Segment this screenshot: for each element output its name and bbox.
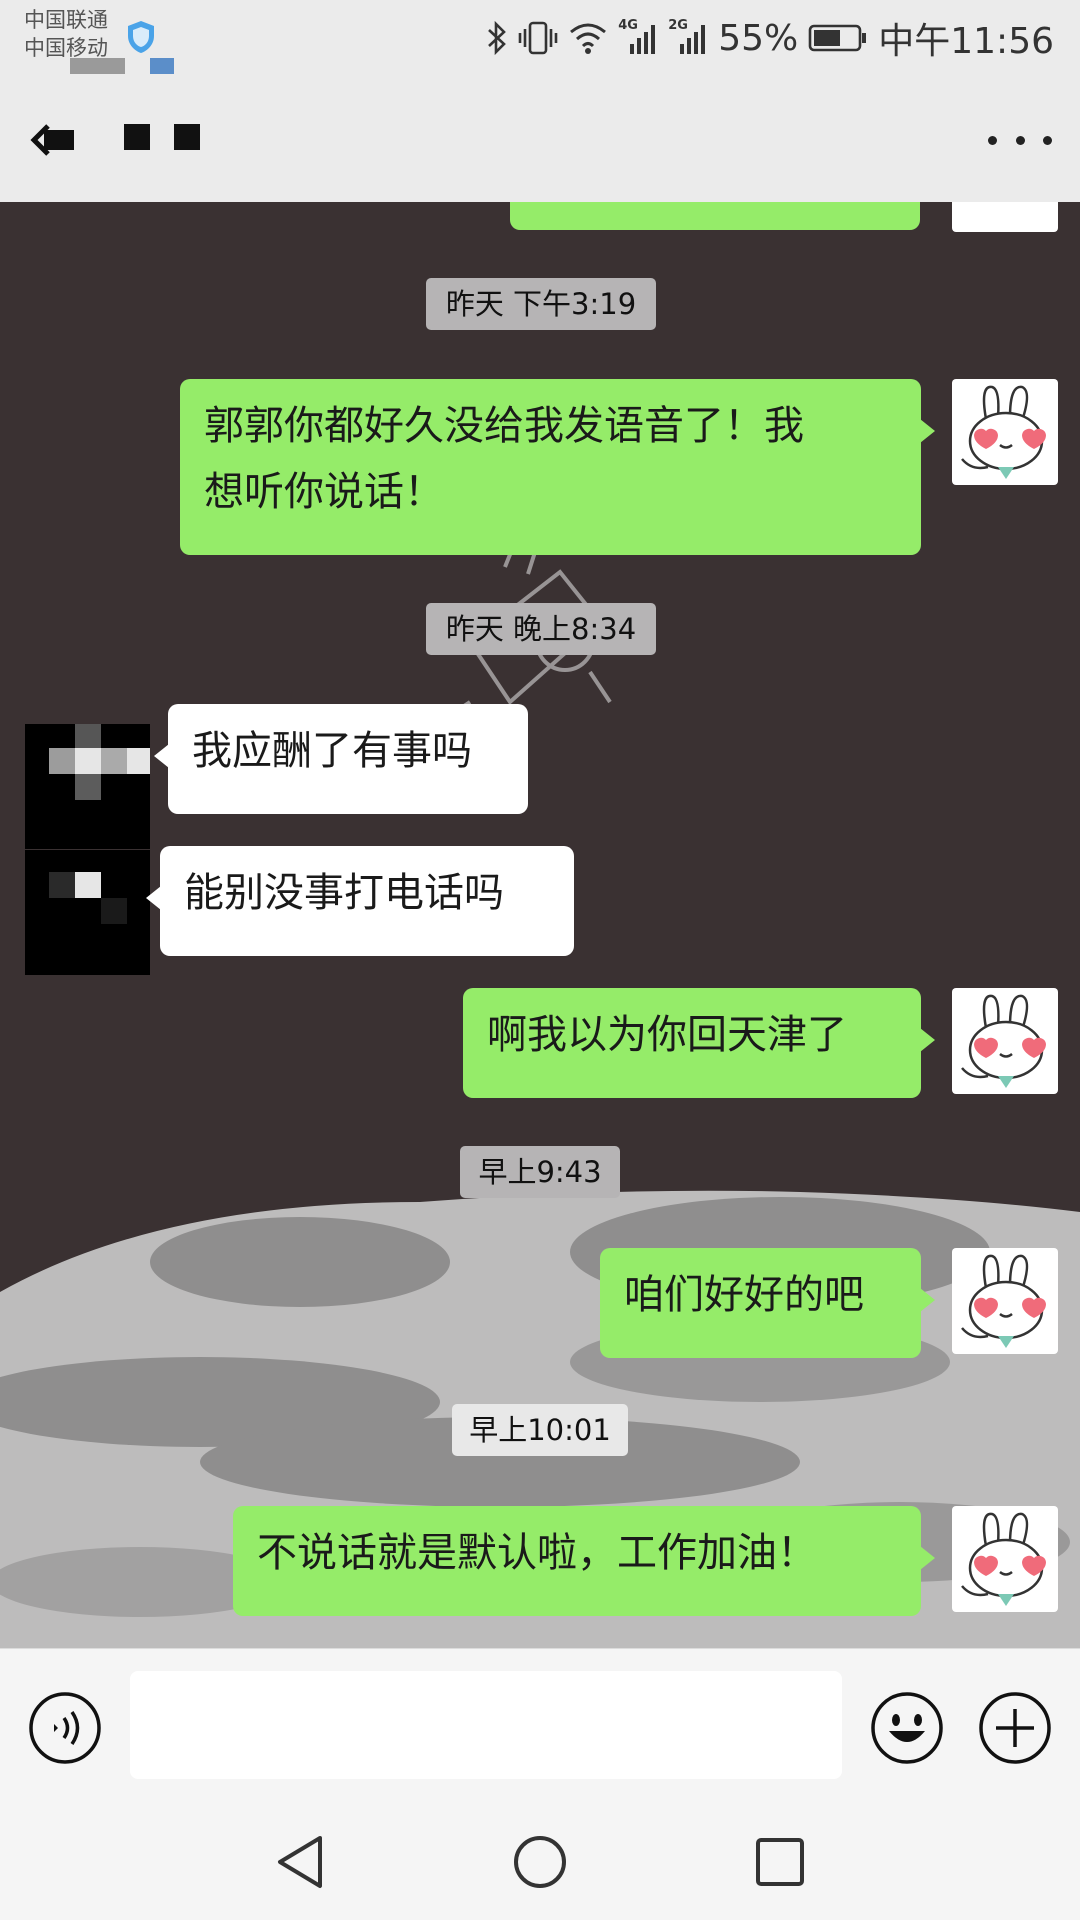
redacted-contact-name	[124, 124, 150, 150]
message-text-line: 想听你说话！	[204, 469, 444, 515]
received-message-bubble[interactable]: 能别没事打电话吗	[146, 846, 574, 956]
message-text: 能别没事打电话吗	[184, 870, 504, 916]
pixelated-redaction	[150, 58, 174, 74]
dot-icon	[1043, 135, 1052, 145]
partial-message-bubble	[510, 202, 920, 230]
vibrate-icon	[518, 21, 558, 55]
sent-message-bubble[interactable]: 不说话就是默认啦，工作加油！	[233, 1506, 935, 1616]
message-input-bar	[0, 1648, 1080, 1801]
timestamp: 昨天 下午3:19	[426, 278, 656, 330]
chat-message-list[interactable]: 昨天 下午3:19 郭郭你都好久没给我发语音了！我 想听你说话！ 昨天 晚上8:…	[0, 202, 1080, 1648]
circle-home-icon[interactable]	[510, 1832, 570, 1892]
status-icons: 4G 2G 55% 中午11:56	[486, 14, 1054, 62]
contact-avatar-pixelated[interactable]	[25, 724, 150, 849]
message-text: 不说话就是默认啦，工作加油！	[257, 1530, 817, 1576]
signal-bars-icon	[680, 25, 706, 54]
system-navigation-bar	[0, 1800, 1080, 1920]
wifi-icon	[570, 23, 607, 54]
signal-bars-icon	[630, 25, 656, 54]
bunny-avatar-icon	[961, 1254, 1046, 1348]
voice-icon[interactable]	[28, 1691, 102, 1765]
bluetooth-icon	[488, 20, 507, 56]
sent-message-bubble[interactable]: 咱们好好的吧	[600, 1248, 935, 1358]
sent-message-bubble[interactable]: 郭郭你都好久没给我发语音了！我 想听你说话！	[180, 379, 935, 555]
sent-message-bubble[interactable]: 啊我以为你回天津了	[463, 988, 935, 1098]
plus-icon[interactable]	[978, 1691, 1052, 1765]
dot-icon	[1015, 135, 1025, 145]
timestamp: 早上10:01	[452, 1404, 628, 1456]
carrier-1: 中国联通	[24, 8, 108, 32]
bunny-avatar-icon	[961, 385, 1046, 479]
timestamp: 早上9:43	[460, 1146, 620, 1198]
bunny-avatar-icon	[961, 994, 1046, 1088]
message-text: 我应酬了有事吗	[192, 728, 472, 774]
message-text-input[interactable]	[130, 1671, 842, 1779]
bunny-avatar-icon	[961, 1512, 1046, 1606]
more-options-button[interactable]	[988, 118, 1052, 162]
message-text: 啊我以为你回天津了	[487, 1012, 847, 1058]
clock: 中午11:56	[878, 21, 1054, 62]
shield-icon	[128, 21, 154, 53]
my-avatar[interactable]	[952, 1506, 1058, 1612]
my-avatar[interactable]	[952, 1248, 1058, 1354]
contact-avatar-pixelated[interactable]	[25, 850, 150, 975]
pixelated-avatar-icon	[25, 850, 150, 975]
triangle-back-icon[interactable]	[270, 1832, 330, 1892]
my-avatar[interactable]	[952, 379, 1058, 485]
signal-2g: 2G	[668, 18, 708, 56]
signal-4g: 4G	[618, 18, 658, 56]
emoji-icon[interactable]	[870, 1691, 944, 1765]
status-bar: 中国联通 中国移动 4G 2G 55% 中午11:56	[0, 0, 1080, 78]
chat-header	[0, 78, 1080, 203]
redacted-contact-name	[174, 124, 200, 150]
carrier-info: 中国联通 中国移动	[24, 6, 108, 62]
battery-icon	[808, 24, 867, 52]
timestamp: 昨天 晚上8:34	[426, 603, 656, 655]
partial-my-avatar	[952, 202, 1058, 232]
square-recents-icon[interactable]	[750, 1832, 810, 1892]
my-avatar[interactable]	[952, 988, 1058, 1094]
pixelated-avatar-icon	[25, 724, 150, 849]
message-text-line: 郭郭你都好久没给我发语音了！我	[204, 403, 804, 449]
back-button[interactable]	[30, 114, 86, 166]
battery-percent: 55%	[718, 17, 799, 59]
dot-icon	[988, 135, 997, 145]
pixelated-redaction	[70, 58, 125, 74]
received-message-bubble[interactable]: 我应酬了有事吗	[154, 704, 528, 814]
message-text: 咱们好好的吧	[624, 1272, 864, 1318]
